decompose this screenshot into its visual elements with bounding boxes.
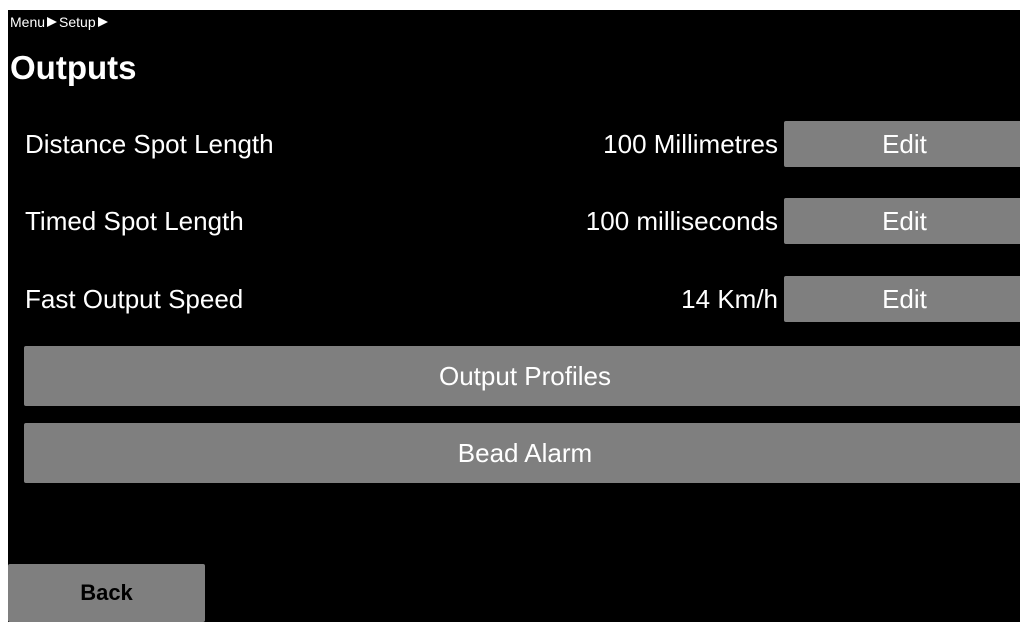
edit-distance-spot-length-button[interactable]: Edit <box>784 121 1020 167</box>
edit-timed-spot-length-button[interactable]: Edit <box>784 198 1020 244</box>
setting-label: Distance Spot Length <box>25 129 274 159</box>
right-triangle-icon <box>97 17 108 27</box>
breadcrumb-item-menu[interactable]: Menu <box>10 14 45 30</box>
setting-value: 100 milliseconds <box>585 206 778 236</box>
setting-value: 14 Km/h <box>681 284 778 314</box>
edit-fast-output-speed-button[interactable]: Edit <box>784 276 1020 322</box>
setting-value: 100 Millimetres <box>603 129 778 159</box>
breadcrumb: Menu Setup <box>10 14 110 30</box>
right-triangle-icon <box>47 17 58 27</box>
outputs-screen: Menu Setup Outputs Distance Spot Length … <box>8 10 1020 622</box>
setting-row-fast-output-speed: Fast Output Speed 14 Km/h Edit <box>8 276 1020 322</box>
bead-alarm-button[interactable]: Bead Alarm <box>24 423 1020 483</box>
setting-label: Timed Spot Length <box>25 206 244 236</box>
setting-row-timed-spot-length: Timed Spot Length 100 milliseconds Edit <box>8 198 1020 244</box>
back-button[interactable]: Back <box>8 564 205 622</box>
page-title: Outputs <box>10 49 137 86</box>
setting-row-distance-spot-length: Distance Spot Length 100 Millimetres Edi… <box>8 121 1020 167</box>
setting-label: Fast Output Speed <box>25 284 244 314</box>
output-profiles-button[interactable]: Output Profiles <box>24 346 1020 406</box>
breadcrumb-item-setup[interactable]: Setup <box>59 14 96 30</box>
